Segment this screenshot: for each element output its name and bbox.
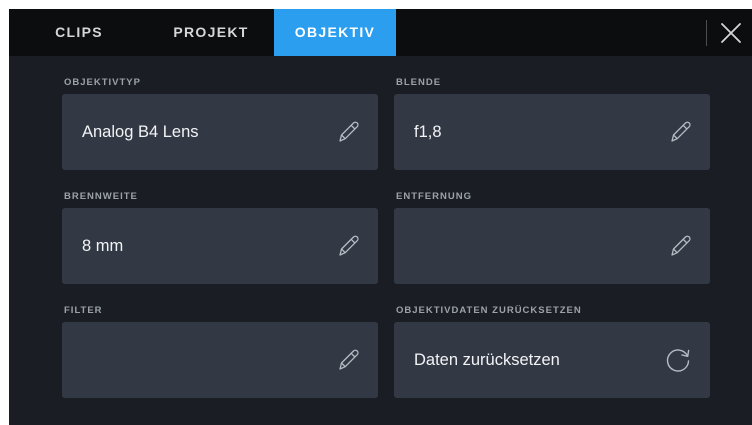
lens-settings-screen: CLIPS PROJEKT OBJEKTIV OBJEKTIVTYP Analo… xyxy=(9,9,752,425)
tab-divider xyxy=(706,20,707,46)
filter-label: FILTER xyxy=(64,305,103,316)
filter-field[interactable] xyxy=(62,322,378,398)
lens-type-field[interactable]: Analog B4 Lens xyxy=(62,94,378,170)
aperture-value: f1,8 xyxy=(414,123,442,141)
distance-field[interactable] xyxy=(394,208,710,284)
reset-lens-data-label: OBJEKTIVDATEN ZURÜCKSETZEN xyxy=(396,305,582,316)
aperture-label: BLENDE xyxy=(396,77,442,88)
pencil-icon xyxy=(671,235,691,256)
reset-lens-data-button[interactable]: Daten zurücksetzen xyxy=(394,322,710,398)
refresh-icon xyxy=(666,349,690,372)
close-button[interactable] xyxy=(717,19,745,47)
pencil-icon xyxy=(339,121,359,142)
reset-button-label: Daten zurücksetzen xyxy=(414,351,560,369)
pencil-icon xyxy=(339,235,359,256)
focal-length-label: BRENNWEITE xyxy=(64,191,138,202)
tab-objektiv[interactable]: OBJEKTIV xyxy=(274,9,396,56)
distance-label: ENTFERNUNG xyxy=(396,191,472,202)
lens-type-label: OBJEKTIVTYP xyxy=(64,77,141,88)
aperture-field[interactable]: f1,8 xyxy=(394,94,710,170)
focal-length-field[interactable]: 8 mm xyxy=(62,208,378,284)
tab-projekt[interactable]: PROJEKT xyxy=(156,9,266,56)
lens-type-value: Analog B4 Lens xyxy=(82,123,199,141)
close-icon xyxy=(721,23,741,43)
pencil-icon xyxy=(339,349,359,370)
tab-bar: CLIPS PROJEKT OBJEKTIV xyxy=(9,9,752,56)
focal-length-value: 8 mm xyxy=(82,237,124,255)
pencil-icon xyxy=(671,121,691,142)
tab-clips[interactable]: CLIPS xyxy=(38,9,120,56)
